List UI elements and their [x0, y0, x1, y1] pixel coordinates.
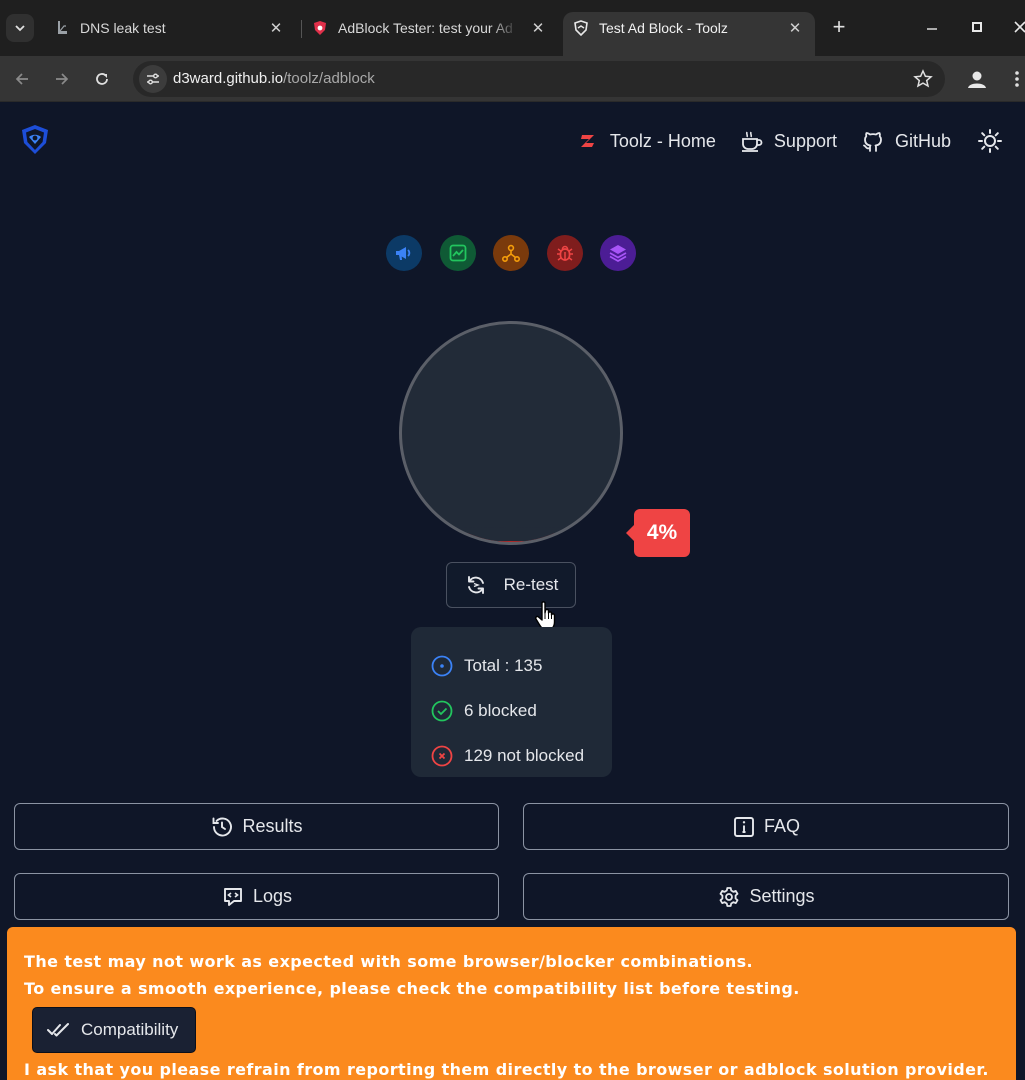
gauge-fill [402, 527, 620, 542]
back-button[interactable] [8, 65, 36, 93]
tab-separator [301, 20, 302, 38]
test-category-icons [386, 235, 654, 271]
chart-icon[interactable] [439, 235, 476, 271]
compatibility-label: Compatibility [81, 1020, 179, 1039]
coffee-icon [740, 129, 764, 153]
layers-icon[interactable] [600, 235, 636, 271]
compatibility-warning-banner: The test may not work as expected with s… [7, 927, 1016, 1080]
tab-test-ad-block-toolz[interactable]: Test Ad Block - Toolz ✕ [563, 12, 815, 56]
percentage-badge: 4% [626, 509, 690, 557]
warning-line-3: I ask that you please refrain from repor… [24, 1060, 989, 1079]
sun-icon[interactable] [977, 128, 1003, 154]
megaphone-icon[interactable] [386, 235, 422, 271]
circle-dot-icon [430, 654, 454, 678]
stat-label: 129 not blocked [464, 745, 585, 765]
arrow-left-icon [15, 73, 28, 85]
dns-leak-favicon [54, 20, 70, 36]
warning-line-2: To ensure a smooth experience, please ch… [24, 979, 800, 998]
retest-label: Re-test [503, 575, 559, 594]
close-tab-icon[interactable]: ✕ [785, 18, 805, 38]
shield-favicon [573, 20, 589, 36]
reload-icon [96, 73, 108, 85]
maximize-icon[interactable] [962, 12, 992, 42]
browser-toolbar: d3ward.github.io/toolz/adblock [0, 56, 1025, 102]
new-tab-button[interactable]: + [826, 14, 852, 40]
refresh-icon [464, 573, 488, 597]
tab-title: Test Ad Block - Toolz [599, 20, 728, 36]
forward-button[interactable] [48, 65, 76, 93]
bookmark-star-icon[interactable] [913, 69, 933, 89]
toolz-shield-logo[interactable] [20, 124, 50, 156]
tab-dns-leak-test[interactable]: DNS leak test ✕ [48, 12, 296, 44]
nav-label: GitHub [894, 130, 951, 151]
settings-label: Settings [749, 886, 815, 906]
faq-button[interactable]: FAQ [523, 803, 1009, 850]
tab-title: AdBlock Tester: test your Ad [338, 20, 513, 36]
bug-icon[interactable] [546, 235, 583, 271]
compatibility-button[interactable]: Compatibility [32, 1007, 196, 1053]
history-icon [210, 815, 234, 839]
close-window-icon[interactable] [1005, 12, 1025, 42]
x-circle-icon [430, 744, 454, 768]
url-host: d3ward.github.io [173, 70, 284, 87]
results-label: Results [242, 816, 303, 836]
stat-label: 6 blocked [464, 700, 537, 720]
profile-icon[interactable] [963, 65, 991, 93]
stat-total: Total : 135 [411, 643, 612, 688]
tab-title: DNS leak test [80, 20, 166, 36]
arrow-right-icon [56, 73, 69, 85]
browser-menu-icon[interactable] [1008, 65, 1025, 93]
warning-text: The test may not work as expected with s… [24, 948, 800, 1002]
close-tab-icon[interactable]: ✕ [528, 18, 548, 38]
logs-button[interactable]: Logs [14, 873, 499, 920]
toolz-z-icon [576, 129, 600, 153]
gear-icon [717, 885, 741, 909]
tab-adblock-tester[interactable]: AdBlock Tester: test your Ad ✕ [306, 12, 558, 44]
browser-tab-strip: DNS leak test ✕ AdBlock Tester: test you… [0, 0, 1025, 56]
site-info-icon[interactable] [139, 65, 167, 93]
block-percentage-gauge [399, 321, 623, 545]
settings-button[interactable]: Settings [523, 873, 1009, 920]
top-nav: Toolz - Home Support GitHub [552, 126, 1003, 156]
results-summary-card: Total : 135 6 blocked 129 not blocked [411, 627, 612, 777]
faq-label: FAQ [763, 816, 800, 836]
stat-blocked: 6 blocked [411, 688, 612, 733]
double-check-icon [47, 1019, 73, 1041]
nav-label: Support [773, 130, 837, 151]
stat-not-blocked: 129 not blocked [411, 733, 612, 778]
warning-line-1: The test may not work as expected with s… [24, 952, 754, 971]
stat-label: Total : 135 [464, 655, 543, 675]
nav-github[interactable]: GitHub [861, 129, 951, 153]
info-square-icon [732, 815, 756, 839]
message-code-icon [221, 885, 245, 909]
close-tab-icon[interactable]: ✕ [266, 18, 286, 38]
chevron-down-icon [15, 25, 25, 32]
tab-search-button[interactable] [6, 14, 34, 42]
page: Toolz - Home Support GitHub 4% Re-test T… [0, 102, 1025, 1080]
address-bar[interactable]: d3ward.github.io/toolz/adblock [133, 61, 945, 97]
minimize-icon[interactable] [917, 12, 947, 42]
results-button[interactable]: Results [14, 803, 499, 850]
url-text[interactable]: d3ward.github.io/toolz/adblock [173, 70, 375, 87]
url-path: /toolz/adblock [283, 70, 375, 87]
reload-button[interactable] [88, 65, 116, 93]
nav-support[interactable]: Support [740, 129, 837, 153]
check-circle-icon [430, 699, 454, 723]
nav-toolz-home[interactable]: Toolz - Home [576, 129, 716, 153]
shield-favicon [312, 20, 328, 36]
nav-label: Toolz - Home [609, 130, 716, 151]
network-icon[interactable] [493, 235, 529, 271]
logs-label: Logs [252, 886, 293, 906]
github-icon [861, 129, 885, 153]
